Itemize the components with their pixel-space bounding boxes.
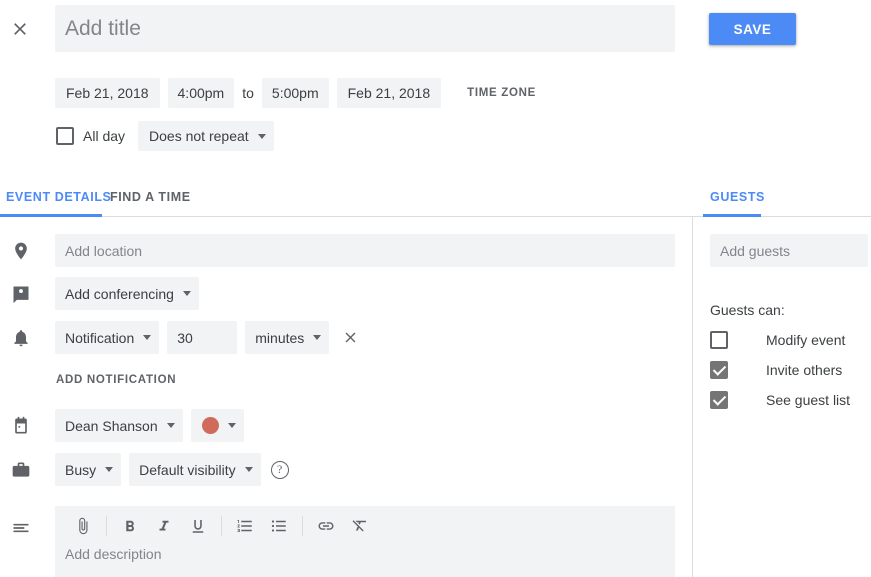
chevron-down-icon [143,335,152,340]
description-input[interactable]: Add description [55,546,675,562]
see-guest-list-label: See guest list [766,392,851,408]
start-date-input[interactable]: Feb 21, 2018 [55,78,160,108]
notification-type-dropdown[interactable]: Notification [55,321,160,354]
location-input[interactable]: Add location [55,234,675,267]
conferencing-label: Add conferencing [65,285,174,302]
tab-guests[interactable]: GUESTS [710,190,765,204]
visibility-dropdown[interactable]: Default visibility [129,453,261,486]
chevron-down-icon [257,133,266,139]
location-pin-icon [10,240,32,262]
time-zone-button[interactable]: TIME ZONE [467,87,536,99]
end-time-input[interactable]: 5:00pm [261,78,329,108]
notification-type-label: Notification [65,329,135,346]
availability-label: Busy [65,461,97,478]
invite-others-checkbox[interactable] [710,361,728,379]
permission-see-guest-list: See guest list [710,391,850,409]
conferencing-icon [10,283,32,305]
chevron-down-icon [313,335,322,340]
remove-notification-button[interactable] [335,323,365,353]
notification-row: Notification 30 minutes [55,321,365,354]
bell-icon [10,327,32,349]
guests-can-label: Guests can: [710,302,785,318]
see-guest-list-checkbox[interactable] [710,391,728,409]
save-button[interactable]: SAVE [709,13,796,45]
bold-icon[interactable] [116,512,144,540]
notification-unit-dropdown[interactable]: minutes [245,321,330,354]
toolbar-divider [221,516,222,536]
add-notification-button[interactable]: ADD NOTIFICATION [56,374,176,386]
modify-event-checkbox[interactable] [710,331,728,349]
start-time-input[interactable]: 4:00pm [167,78,235,108]
clear-formatting-icon[interactable] [346,512,374,540]
add-guests-input[interactable]: Add guests [710,234,868,267]
visibility-row: Busy Default visibility ? [55,453,289,486]
modify-event-label: Modify event [766,332,846,348]
recurrence-label: Does not repeat [149,128,249,144]
permission-invite-others: Invite others [710,361,842,379]
event-color-swatch [201,417,219,434]
description-icon [10,517,32,539]
italic-icon[interactable] [150,512,178,540]
attach-icon[interactable] [69,512,97,540]
calendar-icon [10,415,32,437]
permission-modify-event: Modify event [710,331,845,349]
link-icon[interactable] [312,512,340,540]
calendar-owner-dropdown[interactable]: Dean Shanson [55,409,183,442]
datetime-row: Feb 21, 2018 4:00pm to 5:00pm Feb 21, 20… [55,78,536,108]
recurrence-dropdown[interactable]: Does not repeat [138,121,274,151]
calendar-owner-row: Dean Shanson [55,409,244,442]
all-day-row: All day Does not repeat [56,121,274,151]
toolbar-divider [302,516,303,536]
visibility-label: Default visibility [139,461,236,478]
notification-unit-label: minutes [255,329,305,346]
chevron-down-icon [166,423,175,428]
to-label: to [242,85,254,101]
availability-dropdown[interactable]: Busy [55,453,122,486]
close-icon[interactable] [8,17,32,41]
tab-guests-underline [703,214,761,217]
all-day-label: All day [83,128,126,144]
description-editor: Add description [55,506,675,577]
notification-amount-input[interactable]: 30 [167,321,238,354]
all-day-checkbox[interactable] [56,127,74,145]
panel-divider [692,217,693,577]
calendar-owner-label: Dean Shanson [65,417,158,434]
event-editor-page: Add title SAVE Feb 21, 2018 4:00pm to 5:… [0,0,871,577]
chevron-down-icon [182,291,191,296]
toolbar-divider [106,516,107,536]
event-title-input[interactable]: Add title [55,5,675,52]
tab-event-details-underline [0,214,102,217]
bulleted-list-icon[interactable] [265,512,293,540]
tab-find-a-time[interactable]: FIND A TIME [110,190,191,204]
tab-event-details[interactable]: EVENT DETAILS [6,190,112,204]
end-date-input[interactable]: Feb 21, 2018 [336,78,442,108]
chevron-down-icon [244,467,253,472]
briefcase-icon [10,459,32,481]
chevron-down-icon [227,423,236,428]
chevron-down-icon [105,467,114,472]
add-conferencing-dropdown[interactable]: Add conferencing [55,277,199,310]
underline-icon[interactable] [184,512,212,540]
description-toolbar [55,506,675,546]
numbered-list-icon[interactable] [231,512,259,540]
help-icon[interactable]: ? [270,460,289,479]
invite-others-label: Invite others [766,362,843,378]
event-color-dropdown[interactable] [190,409,244,442]
